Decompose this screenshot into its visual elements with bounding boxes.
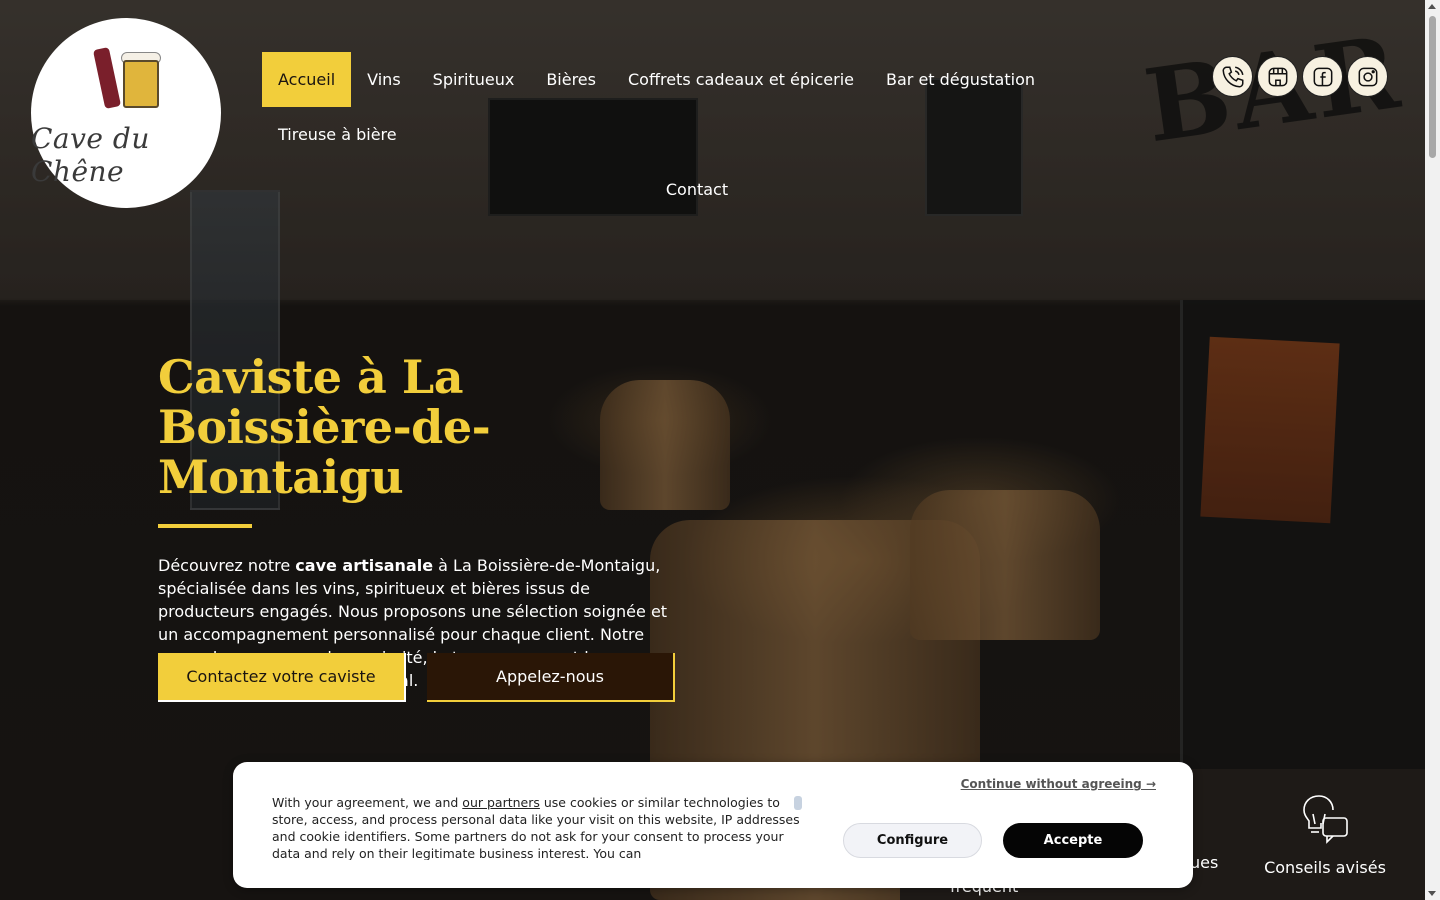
nav-item-bieres[interactable]: Bières xyxy=(530,52,612,107)
nav-item-spiritueux[interactable]: Spiritueux xyxy=(417,52,531,107)
logo-illustration xyxy=(81,44,171,114)
nav-item-accueil[interactable]: Accueil xyxy=(262,52,352,107)
hero-desc-before: Découvrez notre xyxy=(158,556,296,575)
hero-buttons: Contactez votre caviste Appelez-nous xyxy=(158,653,675,702)
cookie-text-before: With your agreement, we and xyxy=(272,795,463,810)
phone-icon[interactable] xyxy=(1212,56,1253,97)
site-logo[interactable]: Cave du Chêne xyxy=(31,18,221,208)
feature-label: Conseils avisés xyxy=(1264,858,1386,877)
nav-item-coffrets[interactable]: Coffrets cadeaux et épicerie xyxy=(612,52,870,107)
hero-desc-bold: cave artisanale xyxy=(295,556,434,575)
advice-icon xyxy=(1303,795,1348,844)
storefront-icon[interactable] xyxy=(1257,56,1298,97)
hero-title-underline xyxy=(158,524,252,528)
continue-without-agreeing-link[interactable]: Continue without agreeing → xyxy=(961,777,1156,791)
scroll-up-arrow[interactable] xyxy=(1428,4,1436,9)
contact-caviste-button[interactable]: Contactez votre caviste xyxy=(158,653,406,702)
feature-label-partial: ues xyxy=(1190,853,1219,872)
scrollbar-thumb[interactable] xyxy=(1429,16,1436,158)
page-scrollbar[interactable] xyxy=(1425,0,1440,900)
instagram-icon[interactable] xyxy=(1347,56,1388,97)
nav-item-tireuse[interactable]: Tireuse à bière xyxy=(262,107,413,162)
cookie-text-scrollbar[interactable] xyxy=(794,796,802,810)
social-links xyxy=(1212,56,1388,97)
feature-conseils: Conseils avisés xyxy=(1262,790,1388,877)
configure-button[interactable]: Configure xyxy=(843,823,982,858)
facebook-icon[interactable] xyxy=(1302,56,1343,97)
accept-button[interactable]: Accepte xyxy=(1003,823,1143,858)
cookie-banner: Continue without agreeing → With your ag… xyxy=(233,762,1193,888)
partners-link[interactable]: our partners xyxy=(462,795,540,810)
hero-title: Caviste à La Boissière-de-Montaigu xyxy=(158,350,491,504)
nav-item-vins[interactable]: Vins xyxy=(351,52,417,107)
scroll-down-arrow[interactable] xyxy=(1428,891,1436,896)
nav-item-contact[interactable]: Contact xyxy=(650,162,744,217)
cookie-text: With your agreement, we and our partners… xyxy=(272,794,802,860)
logo-brand-name: Cave du Chêne xyxy=(31,122,150,188)
nav-item-bar[interactable]: Bar et dégustation xyxy=(870,52,1051,107)
hero-content: Caviste à La Boissière-de-Montaigu Décou… xyxy=(158,352,678,692)
main-nav: Accueil Vins Spiritueux Bières Coffrets … xyxy=(262,52,1162,217)
call-us-button[interactable]: Appelez-nous xyxy=(427,653,675,702)
